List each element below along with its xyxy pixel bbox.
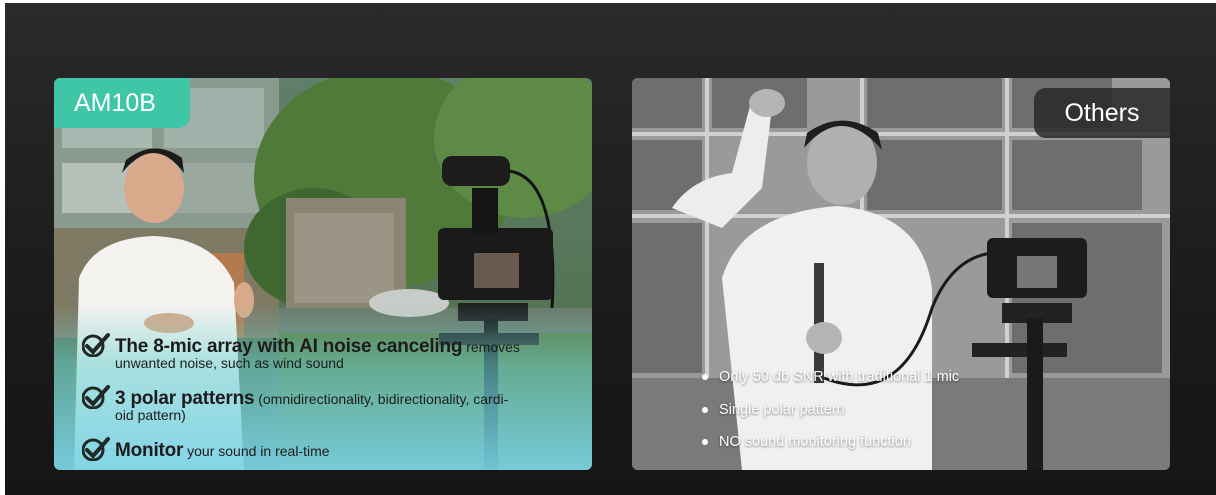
am10b-tag: AM10B	[54, 78, 190, 128]
others-tag: Others	[1034, 88, 1170, 138]
feature-title: 3 polar patterns	[115, 388, 255, 409]
feature-text: removes	[462, 339, 520, 355]
feature-item: The 8-mic array with AI noise canceling …	[82, 333, 582, 371]
am10b-card: AM10B The 8-mic array with AI noise canc…	[54, 78, 592, 470]
bullet-dot	[702, 407, 708, 413]
others-card: Others Only 50 db SNR with traditional 1…	[632, 78, 1170, 470]
check-icon	[82, 333, 110, 357]
feature-text: your sound in real-time	[183, 443, 330, 459]
feature-item: Monitor your sound in real-time	[82, 437, 582, 462]
bullet-dot	[702, 374, 708, 380]
feature-title: Monitor	[115, 440, 184, 461]
limitation-text: NO sound monitoring function	[719, 434, 911, 450]
check-icon	[82, 437, 110, 461]
limitation-text: Only 50 db SNR with traditional 1 mic	[719, 369, 960, 385]
limitation-item: Only 50 db SNR with traditional 1 mic	[702, 369, 959, 385]
feature-text: (omnidirectionality, bidirectionality, c…	[254, 391, 509, 407]
check-icon	[82, 385, 110, 409]
limitation-item: NO sound monitoring function	[702, 434, 911, 450]
feature-title: The 8-mic array with AI noise canceling	[115, 336, 463, 357]
comparison-section: AM10B The 8-mic array with AI noise canc…	[5, 3, 1216, 495]
bullet-dot	[702, 439, 708, 445]
limitation-text: Single polar pattern	[719, 402, 845, 418]
limitation-item: Single polar pattern	[702, 402, 845, 418]
feature-item: 3 polar patterns (omnidirectionality, bi…	[82, 385, 582, 423]
